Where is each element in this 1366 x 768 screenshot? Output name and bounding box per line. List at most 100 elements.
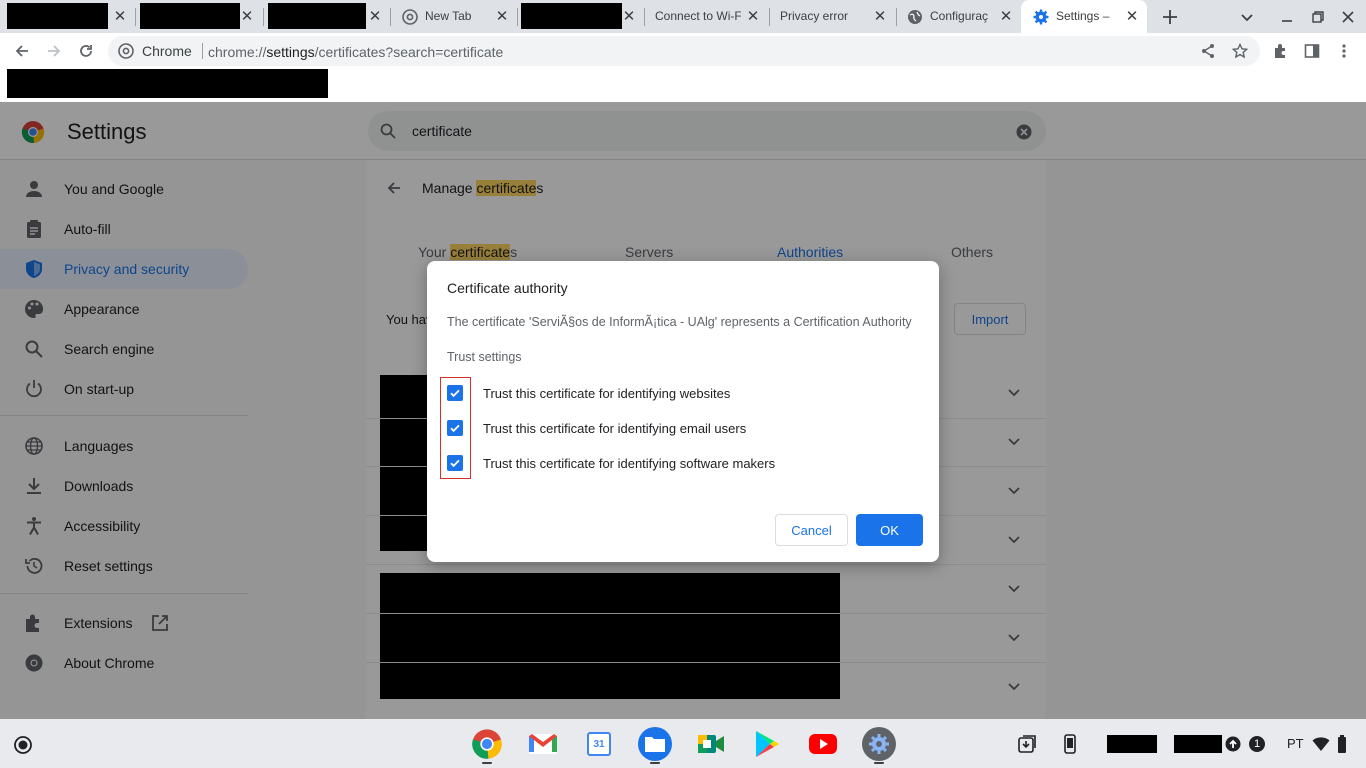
tab-settings[interactable]: Settings – ✕ (1021, 0, 1147, 33)
shelf-app-files[interactable] (638, 727, 672, 761)
dialog-description: The certificate 'ServiÃ§os de InformÃ¡ti… (447, 315, 912, 329)
close-icon[interactable]: ✕ (872, 8, 888, 25)
bookmark-star-icon[interactable] (1232, 43, 1248, 59)
meet-video-icon (698, 735, 724, 753)
shelf-app-chrome[interactable] (470, 727, 504, 761)
side-panel-icon[interactable] (1304, 43, 1320, 59)
shelf-app-gmail[interactable] (526, 727, 560, 761)
shelf-app-settings[interactable] (862, 727, 896, 761)
holding-space-icon[interactable] (1017, 734, 1037, 754)
close-icon[interactable]: ✕ (494, 8, 510, 25)
close-icon[interactable]: ✕ (621, 8, 637, 25)
trust-software-checkbox[interactable] (447, 455, 463, 471)
wifi-icon[interactable] (1312, 736, 1330, 752)
tab-configuracao[interactable]: Configuraç ✕ (897, 0, 1021, 33)
battery-icon[interactable] (1337, 734, 1347, 754)
trust-email-checkbox[interactable] (447, 420, 463, 436)
shelf-app-youtube[interactable] (806, 727, 840, 761)
calendar-icon: 31 (587, 732, 611, 756)
settings-gear-icon (869, 734, 889, 754)
launcher-icon (14, 736, 32, 754)
play-store-icon (756, 731, 779, 757)
tab-new-tab[interactable]: New Tab ✕ (391, 0, 517, 33)
checkbox-label: Trust this certificate for identifying s… (483, 456, 776, 471)
arrow-left-icon (15, 45, 28, 57)
redacted-tab-title (521, 3, 622, 29)
close-icon[interactable]: ✕ (367, 8, 383, 25)
checkmark-icon (450, 459, 460, 468)
checkbox-label: Trust this certificate for identifying e… (483, 421, 747, 436)
gear-icon (1033, 9, 1049, 25)
tab-title: Connect to Wi-Fi (655, 9, 741, 23)
close-icon[interactable]: ✕ (1124, 8, 1140, 25)
forward-button[interactable] (41, 38, 67, 64)
dialog-title: Certificate authority (447, 280, 568, 296)
window-close-icon[interactable] (1341, 10, 1355, 24)
extensions-puzzle-icon[interactable] (1272, 43, 1288, 59)
close-icon[interactable]: ✕ (998, 8, 1014, 25)
trust-websites-checkbox[interactable] (447, 385, 463, 401)
url-text[interactable]: chrome://settings/certificates?search=ce… (208, 44, 503, 60)
more-menu-icon[interactable] (1336, 43, 1352, 59)
browser-toolbar: Chrome chrome://settings/certificates?se… (0, 33, 1366, 69)
cancel-button[interactable]: Cancel (775, 514, 848, 546)
tab-1[interactable]: ✕ (0, 0, 135, 33)
running-indicator (482, 762, 492, 764)
youtube-icon (809, 734, 837, 754)
redacted-tray-item (1174, 735, 1222, 753)
reload-button[interactable] (73, 38, 99, 64)
close-icon[interactable]: ✕ (745, 8, 761, 25)
tab-title: New Tab (425, 9, 472, 23)
url-path: /certificates?search=certificate (314, 44, 504, 60)
tab-5[interactable]: ✕ (518, 0, 644, 33)
folder-icon (645, 737, 665, 752)
url-host: settings (266, 44, 315, 60)
close-icon[interactable]: ✕ (239, 8, 255, 25)
site-chip-label: Chrome (142, 43, 192, 59)
notification-count: 1 (1253, 738, 1261, 750)
redacted-tab-title (268, 3, 366, 29)
close-icon[interactable]: ✕ (112, 8, 128, 25)
tab-privacy-error[interactable]: Privacy error ✕ (770, 0, 896, 33)
running-indicator (650, 762, 660, 764)
tab-title: Settings – (1056, 9, 1110, 23)
launcher-button[interactable] (11, 733, 35, 757)
notification-count-badge[interactable]: 1 (1249, 736, 1265, 752)
address-bar[interactable]: Chrome chrome://settings/certificates?se… (108, 36, 1260, 66)
checkmark-icon (450, 389, 460, 398)
update-available-icon[interactable] (1225, 736, 1241, 752)
shelf-app-play-store[interactable] (750, 727, 784, 761)
share-icon[interactable] (1200, 43, 1216, 59)
redacted-tray-item (1107, 735, 1157, 753)
tab-connect-wifi[interactable]: Connect to Wi-Fi ✕ (645, 0, 769, 33)
shelf-app-meet[interactable] (694, 727, 728, 761)
tab-search-chevron-icon[interactable] (1240, 10, 1254, 24)
url-scheme: chrome:// (208, 44, 267, 60)
shelf-app-calendar[interactable]: 31 (582, 727, 616, 761)
minimize-icon[interactable] (1280, 10, 1294, 24)
chrome-app-icon (472, 729, 502, 759)
arrow-right-icon (48, 45, 61, 57)
bookmarks-bar (0, 69, 1366, 102)
running-indicator (874, 762, 884, 764)
chip-divider (201, 43, 203, 59)
checkmark-icon (450, 424, 460, 433)
calendar-day: 31 (593, 738, 605, 750)
tab-title: Privacy error (780, 9, 849, 23)
tab-title: Configuraç (930, 9, 989, 23)
new-tab-plus-icon[interactable] (1162, 9, 1178, 25)
tab-2[interactable]: ✕ (136, 0, 263, 33)
restore-icon[interactable] (1311, 10, 1325, 24)
certificate-authority-dialog: Certificate authority The certificate 'S… (427, 261, 939, 562)
chrome-icon (402, 9, 418, 25)
back-button[interactable] (9, 38, 35, 64)
site-info-chip[interactable]: Chrome (118, 43, 203, 59)
phone-hub-icon[interactable] (1061, 734, 1079, 754)
redacted-tab-title (140, 3, 240, 29)
input-language-indicator[interactable]: PT (1287, 736, 1304, 751)
os-shelf: 31 1 PT (0, 719, 1366, 768)
tab-3[interactable]: ✕ (264, 0, 390, 33)
trust-settings-heading: Trust settings (447, 350, 522, 364)
redacted-bookmarks (7, 69, 328, 98)
ok-button[interactable]: OK (856, 514, 923, 546)
